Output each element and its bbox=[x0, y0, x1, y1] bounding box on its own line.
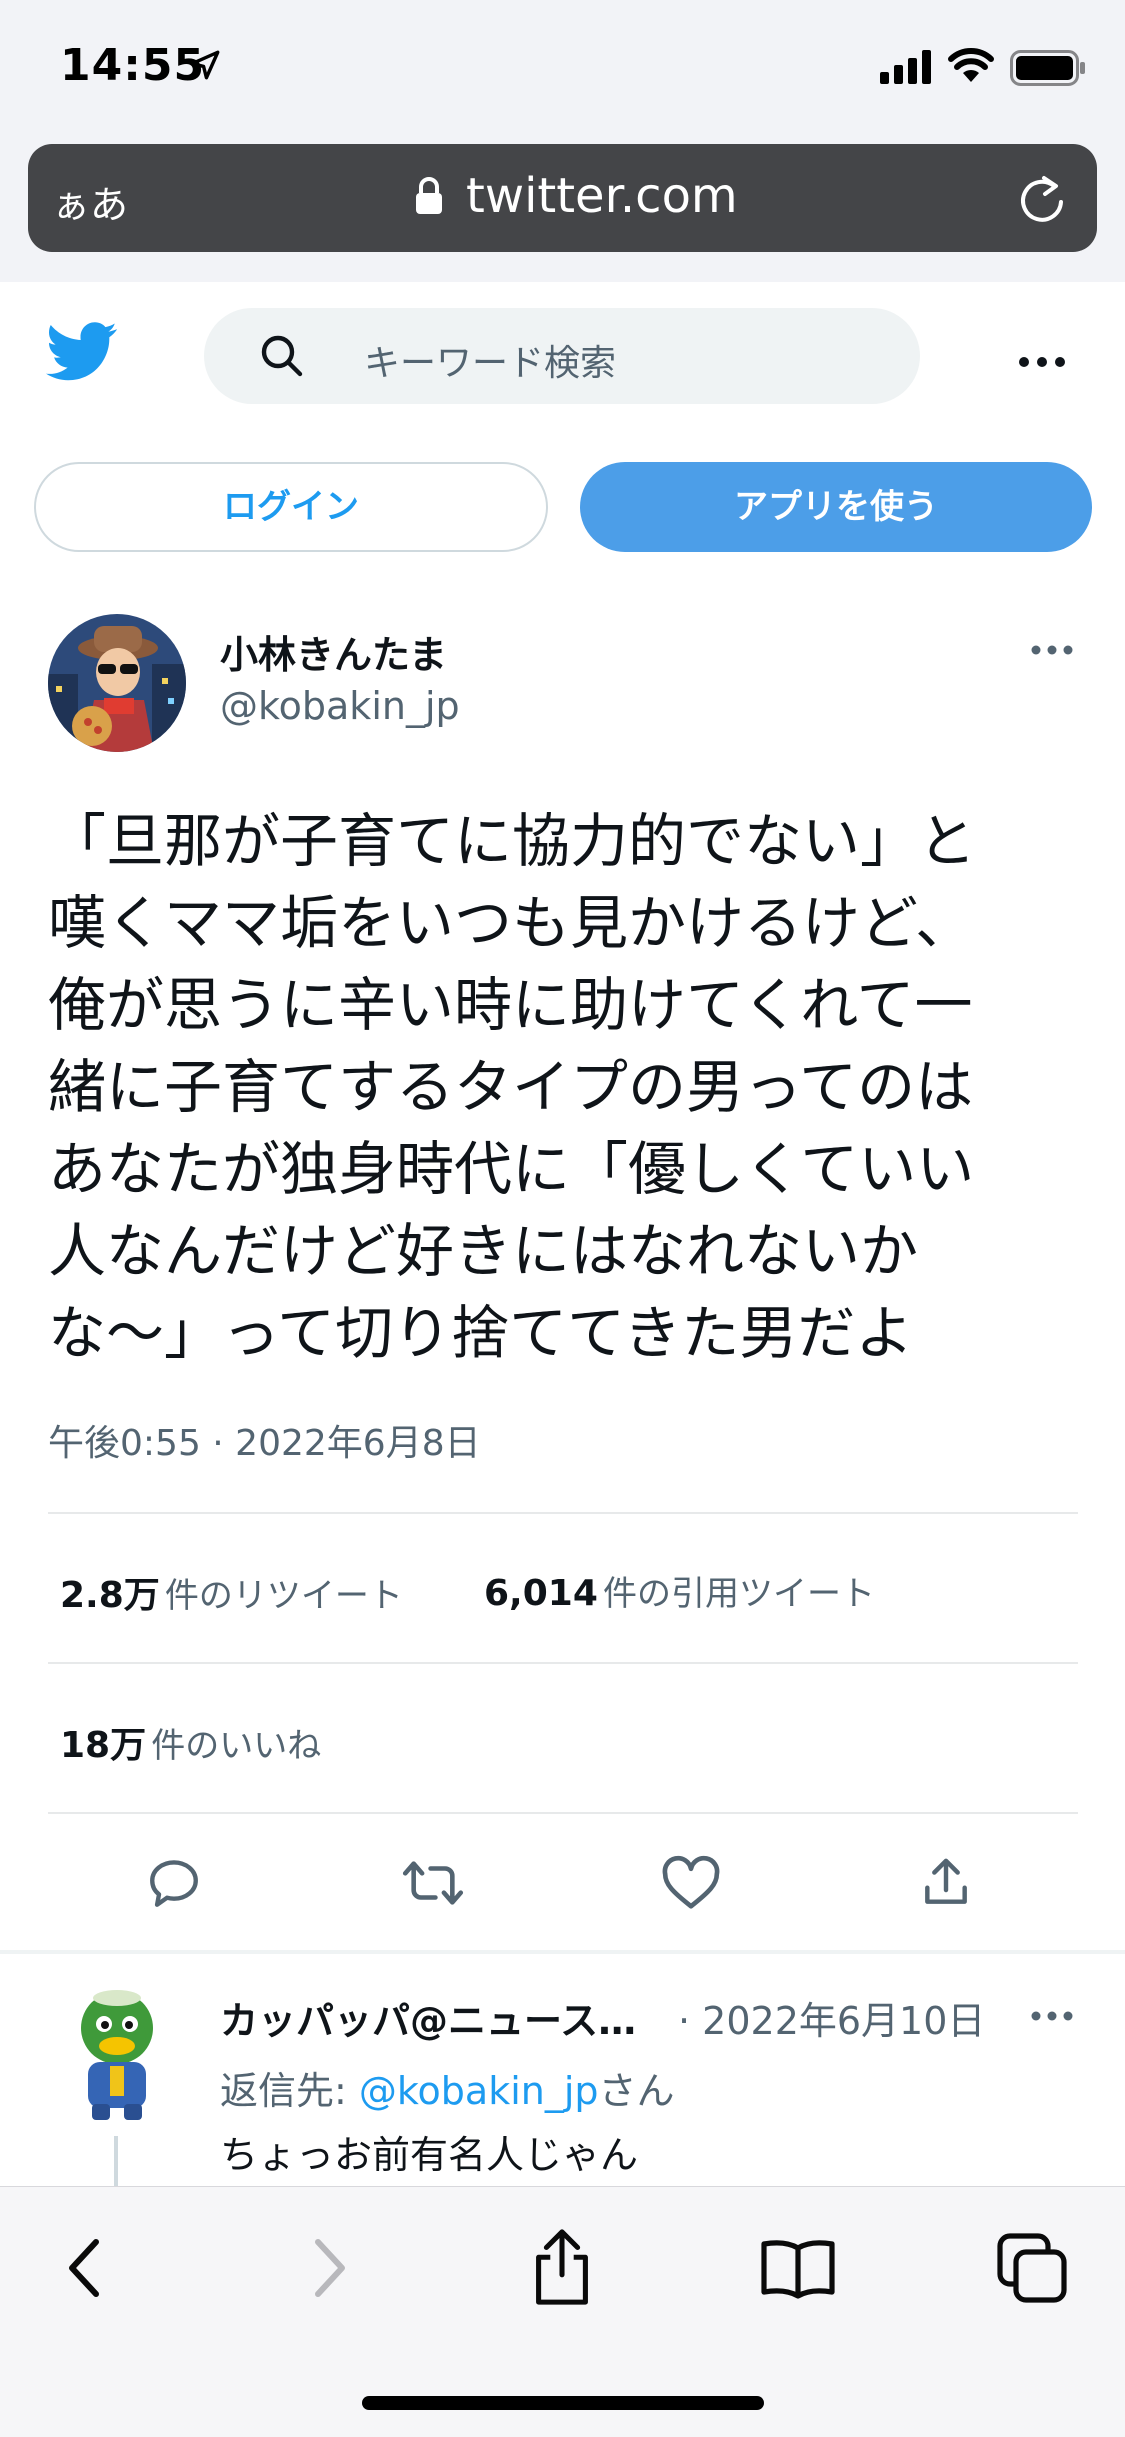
quote-count-label: 件の引用ツイート bbox=[602, 1574, 875, 1614]
quote-count[interactable]: 6,014 件の引用ツイート bbox=[484, 1566, 875, 1615]
like-count-label: 件のいいね bbox=[151, 1726, 322, 1766]
tweet-text-line: 人なんだけど好きにはなれないか bbox=[48, 1217, 919, 1285]
home-indicator[interactable] bbox=[362, 2396, 764, 2410]
text-size-button[interactable]: ぁあ bbox=[52, 174, 128, 229]
tabs-icon[interactable] bbox=[996, 2232, 1068, 2304]
reply-date[interactable]: · 2022年6月10日 bbox=[678, 1990, 985, 2045]
url-text[interactable]: twitter.com bbox=[466, 168, 738, 224]
like-count-value: 18万 bbox=[60, 1725, 147, 1766]
reply-text: ちょっお前有名人じゃん bbox=[220, 2133, 639, 2177]
wifi-icon bbox=[948, 48, 994, 82]
tweet-timestamp[interactable]: 午後0:55 · 2022年6月8日 bbox=[48, 1414, 481, 1466]
tweet-text-line: 「旦那が子育てに協力的でない」と bbox=[48, 807, 977, 875]
reply-icon[interactable] bbox=[144, 1854, 204, 1912]
share-icon[interactable] bbox=[918, 1854, 974, 1912]
chevron-right-icon[interactable] bbox=[310, 2236, 350, 2300]
reload-icon[interactable] bbox=[1016, 172, 1068, 226]
reply-author-avatar[interactable] bbox=[62, 1984, 172, 2124]
location-arrow-icon bbox=[190, 50, 220, 80]
author-avatar[interactable] bbox=[48, 614, 186, 752]
tweet-text-line: な〜」って切り捨ててきた男だよ bbox=[48, 1299, 914, 1367]
more-dots-icon[interactable] bbox=[1030, 2010, 1074, 2022]
tweet-text-line: 俺が思うに辛い時に助けてくれて一 bbox=[48, 971, 973, 1039]
retweet-count-value: 2.8万 bbox=[60, 1575, 160, 1616]
reply-to-suffix: さん bbox=[598, 2069, 675, 2113]
search-placeholder: キーワード検索 bbox=[364, 343, 617, 384]
tweet-text-line: 嘆くママ垢をいつも見かけるけど、 bbox=[48, 889, 974, 957]
tweet-text-line: あなたが独身時代に「優しくていい bbox=[48, 1135, 975, 1203]
author-name[interactable]: 小林きんたま bbox=[220, 624, 447, 679]
book-icon[interactable] bbox=[760, 2236, 836, 2300]
reply-to: 返信先: @kobakin_jpさん bbox=[220, 2060, 675, 2115]
login-button-label[interactable]: ログイン bbox=[34, 462, 548, 552]
twitter-bird-icon[interactable] bbox=[46, 322, 118, 382]
author-handle[interactable]: @kobakin_jp bbox=[220, 684, 460, 728]
reply-author-name[interactable]: カッパッパ@ニュース… bbox=[220, 1990, 636, 2045]
use-app-button-label[interactable]: アプリを使う bbox=[580, 462, 1092, 552]
status-time: 14:55 bbox=[60, 40, 206, 91]
tweet-text-line: 緒に子育てするタイプの男ってのは bbox=[48, 1053, 974, 1121]
retweet-count-label: 件のリツイート bbox=[164, 1576, 403, 1616]
tweet-text: 「旦那が子育てに協力的でない」と 嘆くママ垢をいつも見かけるけど、 俺が思うに辛… bbox=[48, 800, 1088, 1374]
share-icon[interactable] bbox=[528, 2228, 596, 2306]
more-dots-icon[interactable] bbox=[1030, 644, 1074, 656]
lock-icon bbox=[416, 177, 442, 214]
more-dots-icon[interactable] bbox=[1018, 356, 1066, 368]
like-count[interactable]: 18万 件のいいね bbox=[60, 1716, 321, 1768]
chevron-left-icon[interactable] bbox=[64, 2236, 104, 2300]
search-icon bbox=[261, 335, 303, 377]
divider bbox=[48, 1662, 1078, 1664]
reply-to-mention[interactable]: @kobakin_jp bbox=[359, 2069, 599, 2113]
reply-to-prefix: 返信先: bbox=[220, 2069, 359, 2113]
cellular-signal-icon bbox=[880, 50, 931, 84]
quote-count-value: 6,014 bbox=[484, 1573, 598, 1614]
heart-icon[interactable] bbox=[660, 1854, 722, 1912]
retweet-icon[interactable] bbox=[400, 1854, 466, 1912]
divider bbox=[48, 1812, 1078, 1814]
thread-line bbox=[114, 2136, 118, 2186]
battery-icon bbox=[1010, 50, 1085, 86]
retweet-count[interactable]: 2.8万 件のリツイート bbox=[60, 1566, 403, 1618]
section-separator bbox=[0, 1950, 1125, 1954]
divider bbox=[48, 1512, 1078, 1514]
